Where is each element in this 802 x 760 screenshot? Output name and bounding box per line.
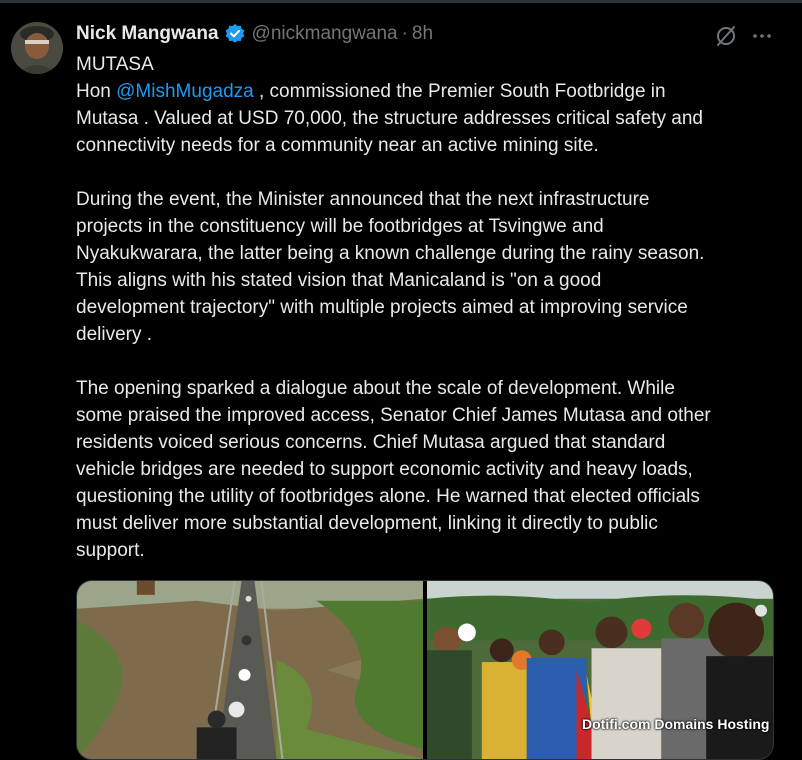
tweet-line: projects in the constituency will be foo… — [76, 216, 604, 237]
tweet-line: Mutasa . Valued at USD 70,000, the struc… — [76, 108, 703, 129]
separator-dot: · — [401, 23, 408, 44]
tweet-line: The opening sparked a dialogue about the… — [76, 378, 675, 399]
top-divider — [0, 0, 802, 3]
tweet-paragraph-3: The opening sparked a dialogue about the… — [76, 375, 776, 564]
mention-link[interactable]: @MishMugadza — [116, 81, 254, 102]
tweet-line: MUTASA — [76, 54, 154, 75]
tweet-text-fragment: , commissioned the Premier South Footbri… — [253, 81, 666, 102]
tweet-line: support. — [76, 540, 145, 561]
footbridge-photo[interactable] — [77, 581, 423, 759]
tweet-paragraph-1: MUTASA Hon @MishMugadza , commissioned t… — [76, 51, 776, 159]
timestamp[interactable]: 8h — [412, 23, 433, 45]
tweet-line: must deliver more substantial developmen… — [76, 513, 658, 534]
tweet-header: Nick Mangwana @nickmangwana · 8h — [76, 22, 433, 46]
verified-badge-icon — [224, 23, 246, 45]
tweet-line: residents voiced serious concerns. Chief… — [76, 432, 666, 453]
tweet-text-fragment: Hon — [76, 81, 117, 102]
tweet-line: During the event, the Minister announced… — [76, 189, 650, 210]
tweet-line: development trajectory" with multiple pr… — [76, 297, 688, 318]
watermark: Dotifi.com Domains Hosting — [582, 716, 770, 732]
tweet-line: questioning the utility of footbridges a… — [76, 486, 700, 507]
tweet-line: Nyakukwarara, the latter being a known c… — [76, 243, 705, 264]
media-grid — [76, 580, 774, 760]
tweet-line: delivery . — [76, 324, 153, 345]
tweet-text: MUTASA Hon @MishMugadza , commissioned t… — [76, 51, 776, 564]
ceremony-photo[interactable] — [427, 581, 773, 759]
display-name[interactable]: Nick Mangwana — [76, 23, 219, 45]
tweet-line: vehicle bridges are needed to support ec… — [76, 459, 693, 480]
tweet-line: This aligns with his stated vision that … — [76, 270, 602, 291]
grok-slash-icon[interactable] — [714, 24, 738, 48]
more-horizontal-icon[interactable] — [750, 24, 774, 48]
tweet-line: some praised the improved access, Senato… — [76, 405, 711, 426]
tweet-paragraph-2: During the event, the Minister announced… — [76, 186, 776, 348]
user-handle[interactable]: @nickmangwana — [252, 23, 398, 45]
avatar[interactable] — [11, 22, 63, 74]
tweet-line: connectivity needs for a community near … — [76, 135, 599, 156]
tweet-line: Hon @MishMugadza , commissioned the Prem… — [76, 78, 776, 105]
